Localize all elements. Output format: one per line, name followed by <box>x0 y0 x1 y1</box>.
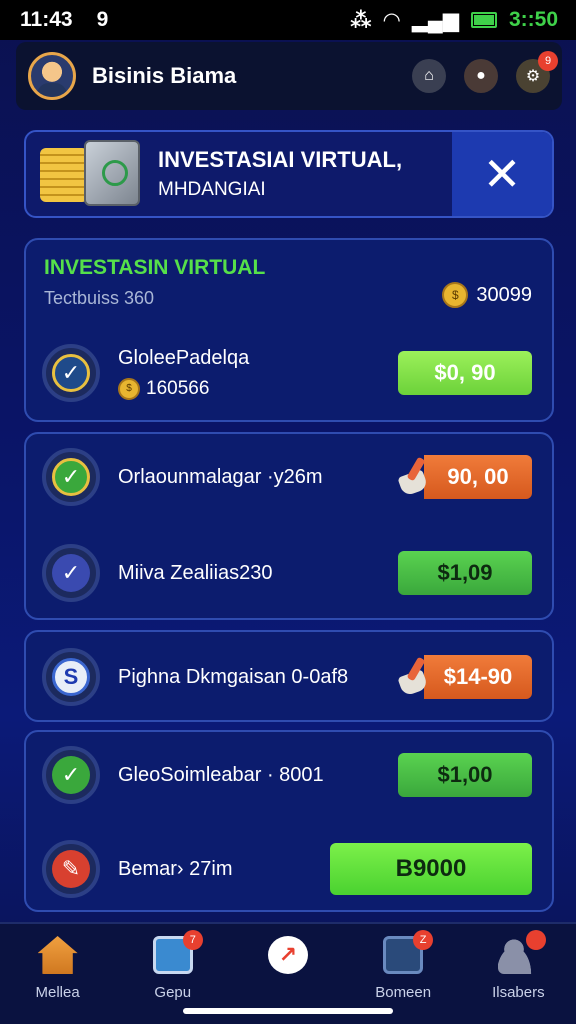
balance: $ 30099 <box>442 282 532 308</box>
coin-icon: $ <box>118 377 140 400</box>
edit-badge-icon: ✎ <box>42 840 100 898</box>
item-label: Bemar› 27im <box>118 857 233 880</box>
nfc-icon: ⁂ <box>350 8 372 32</box>
home-icon <box>37 936 78 974</box>
app-title: Bisinis Biama <box>92 63 237 88</box>
list-item[interactable]: ✓ GleoSoimleabar · 8001 $1,00 <box>42 744 532 806</box>
nav-badge: 7 <box>182 930 203 950</box>
nav-label: Mellea <box>35 984 80 1001</box>
coin-icon: $ <box>442 282 469 308</box>
bag-icon[interactable]: ⌂ <box>412 59 446 93</box>
battery-icon <box>470 12 497 28</box>
nav-item-users[interactable]: Ilsabers <box>468 930 568 1002</box>
home-indicator[interactable] <box>183 1008 393 1014</box>
investment-card: ✓ GleoSoimleabar · 8001 $1,00 ✎ Bemar› 2… <box>24 730 554 912</box>
item-label: Pighna Dkmgaisan 0-0af8 <box>118 665 349 688</box>
investment-card: ✓ Orlaounmalagar ·y26m 90, 00 ✓ Miiva Ze… <box>24 432 554 620</box>
notification-badge: 9 <box>538 51 558 71</box>
hammer-icon <box>396 655 430 699</box>
safe-icon <box>84 140 140 206</box>
banner-subtitle: MHDANGIAI <box>158 179 266 200</box>
status-bar: 11:43 9 ⁂ ◠ ▂▄▆ 3::50 <box>0 0 576 40</box>
chart-badge-icon: ✓ <box>42 544 100 602</box>
nav-item-center[interactable]: ↗ <box>238 936 338 1002</box>
wifi-icon: ◠ <box>383 8 400 32</box>
promo-banner[interactable]: INVESTASIAI VIRTUAL, MHDANGIAI ✕ <box>24 130 554 218</box>
app-header: Bisinis Biama ⌂ ● ⚙ 9 <box>16 42 562 110</box>
card-title: INVESTASIN VIRTUAL <box>44 256 266 279</box>
bid-button[interactable]: 90, 00 <box>424 455 532 499</box>
nav-badge <box>526 930 547 950</box>
bid-button[interactable]: $14-90 <box>424 655 532 699</box>
invest-button[interactable]: B9000 <box>330 843 532 895</box>
list-item[interactable]: ✓ GloleePadelqa $ 160566 $0, 90 <box>42 342 532 404</box>
close-button[interactable]: ✕ <box>452 132 552 216</box>
invest-button[interactable]: $0, 90 <box>398 351 532 395</box>
dollar-coin-icon: S <box>42 648 100 706</box>
chart-center-icon: ↗ <box>267 936 308 974</box>
balance-value: 30099 <box>476 283 532 306</box>
nav-label: Bomeen <box>375 984 432 1001</box>
list-item[interactable]: S Pighna Dkmgaisan 0-0af8 $14-90 <box>42 646 532 708</box>
safe-coins-illustration <box>26 132 146 216</box>
invest-button[interactable]: $1,09 <box>398 551 532 595</box>
nav-badge: Z <box>413 930 434 950</box>
item-label: Orlaounmalagar ·y26m <box>118 465 323 488</box>
notification-count: 9 <box>96 8 109 31</box>
check-badge-icon: ✓ <box>42 344 100 402</box>
nav-label: Ilsabers <box>492 984 545 1001</box>
item-meta: 160566 <box>146 377 210 399</box>
invest-button[interactable]: $1,00 <box>398 753 532 797</box>
item-label: Miiva Zealiias230 <box>118 561 273 584</box>
nav-label: Gepu <box>154 984 192 1001</box>
list-item[interactable]: ✓ Orlaounmalagar ·y26m 90, 00 <box>42 446 532 508</box>
overview-card: INVESTASIN VIRTUAL Tectbuiss 360 $ 30099… <box>24 238 554 422</box>
profile-icon[interactable]: ● <box>464 59 498 93</box>
card-subtitle: Tectbuiss 360 <box>44 288 155 308</box>
check-circle-icon: ✓ <box>42 448 100 506</box>
banner-title: INVESTASIAI VIRTUAL, <box>158 147 403 172</box>
list-item[interactable]: ✎ Bemar› 27im B9000 <box>42 838 532 900</box>
signal-icon: ▂▄▆ <box>411 8 459 32</box>
close-icon: ✕ <box>482 148 522 200</box>
nav-item-home[interactable]: Mellea <box>8 936 108 1002</box>
avatar[interactable] <box>28 52 76 100</box>
investment-card: S Pighna Dkmgaisan 0-0af8 $14-90 <box>24 630 554 722</box>
status-time: 11:43 <box>20 8 73 31</box>
item-label: GleoSoimleabar · 8001 <box>118 763 324 786</box>
status-time-right: 3::50 <box>508 8 558 31</box>
item-label: GloleePadelqa <box>118 346 250 369</box>
check-circle-icon: ✓ <box>42 746 100 804</box>
hammer-icon <box>396 455 430 499</box>
coins-icon <box>40 148 88 202</box>
list-item[interactable]: ✓ Miiva Zealiias230 $1,09 <box>42 542 532 604</box>
nav-item-bomeen[interactable]: Z Bomeen <box>353 930 453 1002</box>
nav-item-gepu[interactable]: 7 Gepu <box>123 930 223 1002</box>
settings-icon[interactable]: ⚙ 9 <box>516 51 558 93</box>
